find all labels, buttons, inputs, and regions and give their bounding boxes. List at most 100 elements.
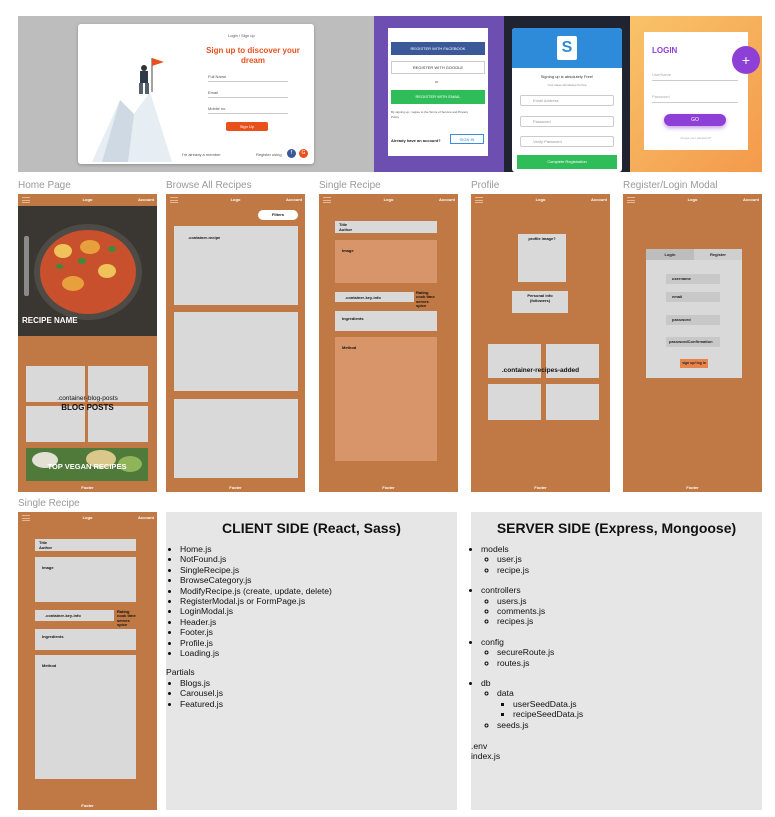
already-account-text: Already have an account? [391,138,441,143]
list-item: recipe.js [497,565,583,575]
blog-container-label: .container-blog-posts [57,395,118,402]
mountain-climber-illustration [92,58,172,162]
added-recipe-card[interactable] [488,384,541,420]
list-item: comments.js [497,606,583,616]
partials-list: Blogs.js Carousel.js Featured.js [180,678,223,709]
footer[interactable]: Footer [471,485,610,490]
server-side-panel: SERVER SIDE (Express, Mongoose) models u… [471,512,762,810]
footer[interactable]: Footer [18,485,157,490]
caption-browse: Browse All Recipes [166,180,252,191]
account-link[interactable]: Account [286,197,302,202]
recipes-added-label: .container-recipes-added [501,367,580,374]
purple-register-screenshot: REGISTER WITH FACEBOOK REGISTER WITH GOO… [374,16,504,172]
sign-in-button[interactable]: SIGN IN [450,134,484,144]
password-field[interactable]: password [666,315,720,325]
personal-info-box: Personal info (followers) [512,291,568,313]
email-field[interactable]: Email [208,90,218,95]
header-logo[interactable]: Logo [471,197,610,202]
recipe-card[interactable] [174,399,298,478]
filters-button[interactable]: Filters [258,210,298,220]
account-link[interactable]: Account [743,197,759,202]
header-logo[interactable]: Logo [319,197,458,202]
author-label: Author [339,227,353,232]
header-logo[interactable]: Logo [623,197,762,202]
account-link[interactable]: Account [138,197,154,202]
vegan-recipes-title: TOP VEGAN RECIPES [47,462,127,471]
orange-password-field[interactable]: Password [652,94,670,99]
list-item: Carousel.js [180,688,223,698]
already-member-link[interactable]: I'm already a member [182,152,221,157]
mobile-field[interactable]: Mobile no [208,106,225,111]
key-info-label: .container-key-info [45,613,81,618]
vegan-recipes-banner[interactable]: TOP VEGAN RECIPES [26,448,148,481]
inspiration-strip: Login / Sign up Sign up to discover your… [18,16,762,172]
single-recipe-wireframe-2: Logo Account Title Author Image .containe… [18,512,157,810]
add-fab-button[interactable]: + [732,46,760,74]
method-label: Method [342,345,357,350]
header-logo[interactable]: Logo [18,197,157,202]
password-confirmation-field[interactable]: passwordConfirmation [666,337,720,347]
submit-button[interactable]: sign up/ log in [680,359,708,368]
go-button[interactable]: GO [664,114,726,126]
email-field[interactable]: email [666,292,720,302]
list-item: SingleRecipe.js [180,565,332,575]
register-google-button[interactable]: REGISTER WITH GOOGLE [391,61,485,74]
blog-posts-title: BLOG POSTS [61,403,114,412]
hero-recipe-image[interactable]: RECIPE NAME [18,206,157,336]
server-root-files: .env index.js [471,741,500,762]
fullname-field[interactable]: Full Name [208,74,226,79]
account-link[interactable]: Account [439,197,455,202]
forgot-password-link[interactable]: Forgot your password? [644,136,748,140]
list-item: user.js [497,554,583,564]
key-info-box: .container-key-info [35,610,114,621]
list-item: Profile.js [180,638,332,648]
tab-login[interactable]: Login [646,249,694,260]
list-item: Home.js [180,544,332,554]
signup-button[interactable]: Sign Up [226,122,268,131]
header-logo[interactable]: Logo [166,197,305,202]
footer[interactable]: Footer [18,803,157,808]
profile-image-box[interactable]: profile image? [518,234,566,282]
orange-username-field[interactable]: UserName [652,72,671,77]
list-item: BrowseCategory.js [180,575,332,585]
ingredients-label: Ingredients [42,634,64,639]
list-item: models user.js recipe.js [481,544,583,575]
account-link[interactable]: Account [591,197,607,202]
title-author-box: Title Author [335,221,437,233]
dark-password-field[interactable]: Password [520,116,614,127]
single-recipe-wireframe: Logo Account Title Author Image .containe… [319,194,458,492]
recipe-image-box: Image [335,240,437,283]
method-box: Method [35,655,136,779]
google-icon[interactable]: G [299,149,308,158]
caption-register: Register/Login Modal [623,180,718,191]
author-label: Author [39,545,53,550]
auth-modal: Login Register username email password p… [646,249,742,378]
recipe-card[interactable] [174,312,298,391]
browse-wireframe: Logo Account Filters .container-recipe Fo… [166,194,305,492]
key-info-label: .container-key-info [345,295,381,300]
hero-recipe-name: RECIPE NAME [22,316,78,325]
dark-verify-field[interactable]: Verify Password [520,136,614,147]
signup-breadcrumb[interactable]: Login / Sign up [228,33,255,38]
tab-register[interactable]: Register [694,249,742,260]
complete-registration-button[interactable]: Complete Registration [517,155,617,169]
register-facebook-button[interactable]: REGISTER WITH FACEBOOK [391,42,485,55]
added-recipe-card[interactable] [546,384,599,420]
facebook-icon[interactable]: f [287,149,296,158]
footer[interactable]: Footer [166,485,305,490]
ingredients-box: Ingredients [335,311,437,331]
dark-email-field[interactable]: Email Address [520,95,614,106]
username-field[interactable]: username [666,274,720,284]
footer[interactable]: Footer [623,485,762,490]
key-info-values: Rating cook time serves spice [416,290,435,309]
footer[interactable]: Footer [319,485,458,490]
recipe-container-label: .container-recipe [188,235,221,240]
register-email-button[interactable]: REGISTER WITH EMAIL [391,90,485,104]
header-logo[interactable]: Logo [18,515,157,520]
client-side-panel: CLIENT SIDE (React, Sass) Home.js NotFou… [166,512,457,810]
list-item: data userSeedData.js recipeSeedData.js [497,688,583,719]
register-using-label: Register using [256,152,282,157]
followers-label: (followers) [529,298,551,303]
account-link[interactable]: Account [138,515,154,520]
recipe-card[interactable]: .container-recipe [174,226,298,305]
